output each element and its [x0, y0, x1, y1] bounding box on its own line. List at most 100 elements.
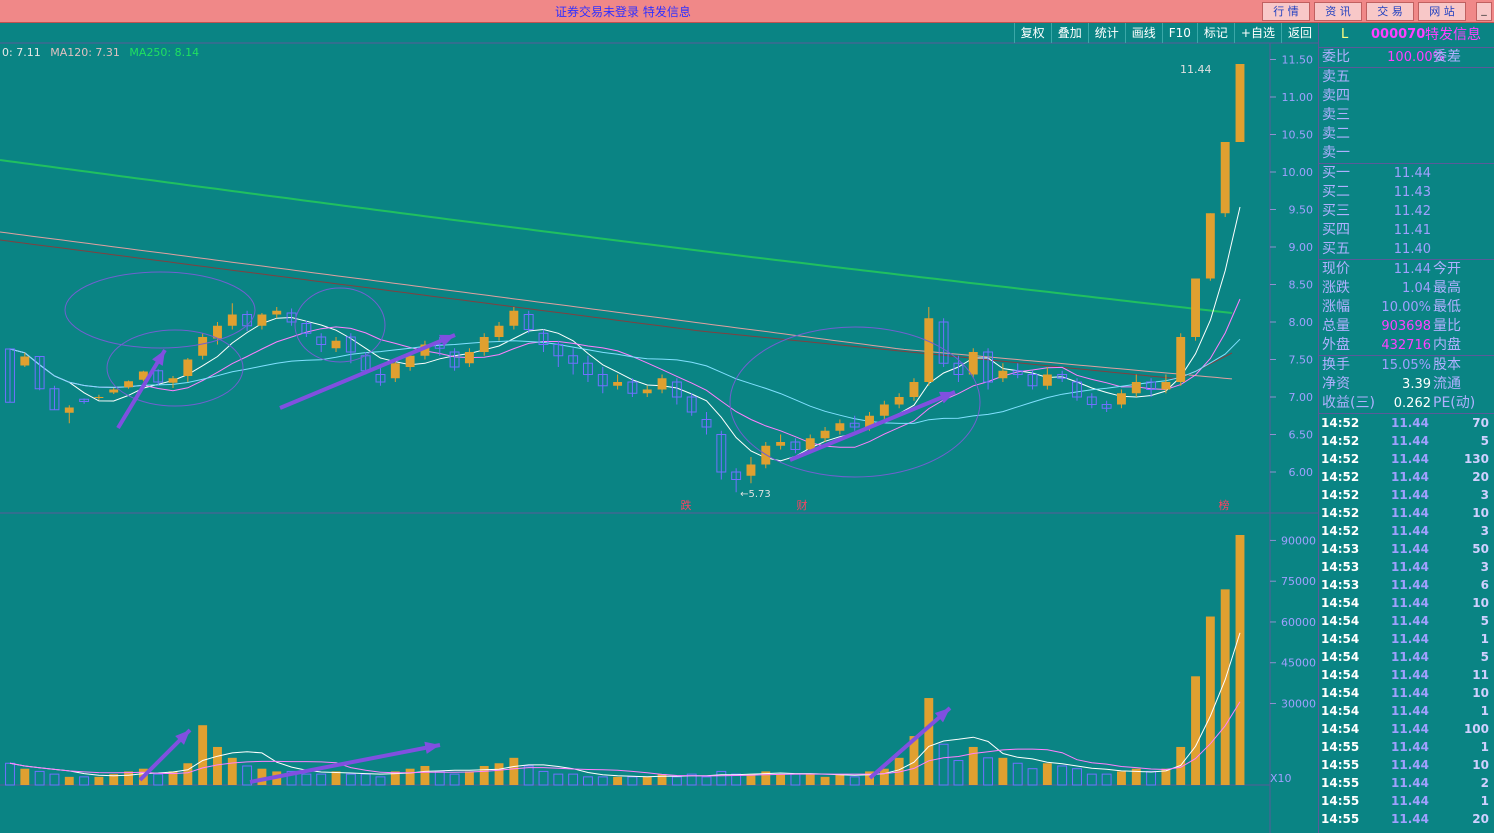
tick-time: 14:52: [1321, 524, 1360, 538]
tick-row: 14:54 11.44 1: [1319, 702, 1494, 720]
tick-qty: 10: [1472, 686, 1489, 700]
trade-button[interactable]: 交 易: [1366, 2, 1414, 21]
sell-row: 卖一: [1319, 144, 1494, 163]
volume-bar: [776, 774, 786, 785]
tick-price: 11.44: [1391, 578, 1429, 592]
tick-time: 14:55: [1321, 794, 1360, 808]
stat-label: 最高: [1433, 280, 1461, 296]
stat-value: 0.262: [1393, 396, 1431, 411]
toolbar-draw[interactable]: 画线: [1124, 23, 1162, 43]
candle-body: [479, 337, 489, 352]
tick-qty: 3: [1480, 560, 1489, 574]
toolbar-add-watch[interactable]: +自选: [1233, 23, 1281, 43]
candle-body: [272, 310, 282, 315]
ma-legend: 0: 7.11 MA120: 7.31 MA250: 8.14: [2, 46, 199, 59]
chart-toolbar: 复权 叠加 统计 画线 F10 标记 +自选 返回: [1013, 23, 1318, 43]
tick-price: 11.44: [1391, 434, 1429, 448]
tick-qty: 5: [1480, 434, 1489, 448]
tick-qty: 50: [1472, 542, 1489, 556]
tick-price: 11.44: [1391, 560, 1429, 574]
trend-arrow: [789, 390, 956, 462]
minimize-button[interactable]: _: [1476, 2, 1492, 21]
volume-bar: [124, 771, 133, 785]
toolbar-fuquan[interactable]: 复权: [1013, 23, 1051, 43]
toolbar-mark[interactable]: 标记: [1196, 23, 1234, 43]
volume-scale-label: X10: [1270, 772, 1292, 785]
tick-qty: 3: [1480, 524, 1489, 538]
tick-row: 14:52 11.44 10: [1319, 504, 1494, 522]
stat-value: 432716: [1381, 338, 1431, 353]
tick-price: 11.44: [1391, 470, 1429, 484]
buy4-price: 11.41: [1393, 223, 1431, 238]
candle-body: [20, 356, 30, 366]
candle-body: [405, 355, 415, 367]
quotes-button[interactable]: 行 情: [1262, 2, 1310, 21]
volume-bar: [597, 776, 608, 786]
stat-label: 收益(三): [1322, 395, 1375, 411]
tick-price: 11.44: [1391, 596, 1429, 610]
candle-body: [494, 325, 504, 337]
sell-row: 卖四: [1319, 87, 1494, 106]
toolbar-overlay[interactable]: 叠加: [1050, 23, 1088, 43]
tick-row: 14:54 11.44 1: [1319, 630, 1494, 648]
tick-row: 14:54 11.44 100: [1319, 720, 1494, 738]
stat-value: 1.04: [1402, 281, 1431, 296]
toolbar-f10[interactable]: F10: [1161, 23, 1197, 43]
event-marker: 榜: [1219, 498, 1230, 512]
volume-bar: [953, 760, 964, 786]
volume-bar: [257, 768, 267, 785]
tick-time: 14:54: [1321, 650, 1360, 664]
volume-bar: [998, 757, 1008, 785]
tick-time: 14:54: [1321, 722, 1360, 736]
tick-time: 14:54: [1321, 668, 1360, 682]
stats-block-1: 现价 11.44 今开 涨跌 1.04 最高 涨幅 10.00% 最低 总量 903698 量比…: [1319, 260, 1494, 355]
tick-time: 14:55: [1321, 776, 1360, 790]
toolbar-stats[interactable]: 统计: [1087, 23, 1125, 43]
kline-chart[interactable]: 11.50 11.00 10.50 10.00 9.50 9.00 8.50 8.00 7.50…: [0, 22, 1318, 833]
stat-label: 最低: [1433, 299, 1461, 315]
tick-row: 14:54 11.44 10: [1319, 594, 1494, 612]
volume-axis-label: 45000: [1281, 657, 1316, 670]
quote-panel: L 000070 特发信息 委比 100.00% 委差 卖五 卖四 卖三 卖二 …: [1318, 23, 1494, 833]
tick-list[interactable]: 14:52 11.44 70 14:52 11.44 5 14:52 11.44 130 14:5…: [1319, 414, 1494, 828]
volume-bar: [924, 698, 934, 785]
volume-bar: [449, 773, 460, 786]
candle-body: [909, 382, 919, 397]
volume-bar: [790, 773, 801, 786]
tick-price: 11.44: [1391, 722, 1429, 736]
sell2-label: 卖二: [1322, 126, 1350, 142]
tick-time: 14:52: [1321, 470, 1360, 484]
tick-price: 11.44: [1391, 812, 1429, 826]
highlight-ellipse: [64, 271, 256, 349]
stat-value: 3.39: [1402, 377, 1431, 392]
sell4-label: 卖四: [1322, 88, 1350, 104]
candle-body: [1131, 382, 1141, 394]
volume-bar: [301, 773, 312, 786]
tick-price: 11.44: [1391, 704, 1429, 718]
tick-time: 14:52: [1321, 488, 1360, 502]
news-button[interactable]: 资 讯: [1314, 2, 1362, 21]
tick-price: 11.44: [1391, 794, 1429, 808]
tick-qty: 6: [1480, 578, 1489, 592]
candle-body: [64, 407, 74, 413]
sell-row: 卖三: [1319, 106, 1494, 125]
tick-row: 14:54 11.44 11: [1319, 666, 1494, 684]
tick-price: 11.44: [1391, 506, 1429, 520]
volume-bar: [835, 774, 845, 785]
candle-body: [124, 381, 133, 388]
toolbar-back[interactable]: 返回: [1280, 23, 1318, 43]
volume-bar: [849, 776, 860, 786]
candle-body: [1042, 374, 1052, 386]
tick-price: 11.44: [1391, 686, 1429, 700]
window-title: 证券交易未登录 特发信息: [555, 5, 691, 19]
stat-row: 总量 903698 量比: [1319, 317, 1494, 336]
volume-bar: [1012, 762, 1023, 786]
buy2-label: 买二: [1322, 184, 1350, 200]
tick-time: 14:55: [1321, 740, 1360, 754]
volume-bar: [1027, 768, 1038, 786]
website-button[interactable]: 网 站: [1418, 2, 1466, 21]
tick-price: 11.44: [1391, 614, 1429, 628]
volume-bar: [345, 773, 356, 786]
volume-bar: [464, 771, 474, 785]
volume-bar: [5, 762, 15, 786]
